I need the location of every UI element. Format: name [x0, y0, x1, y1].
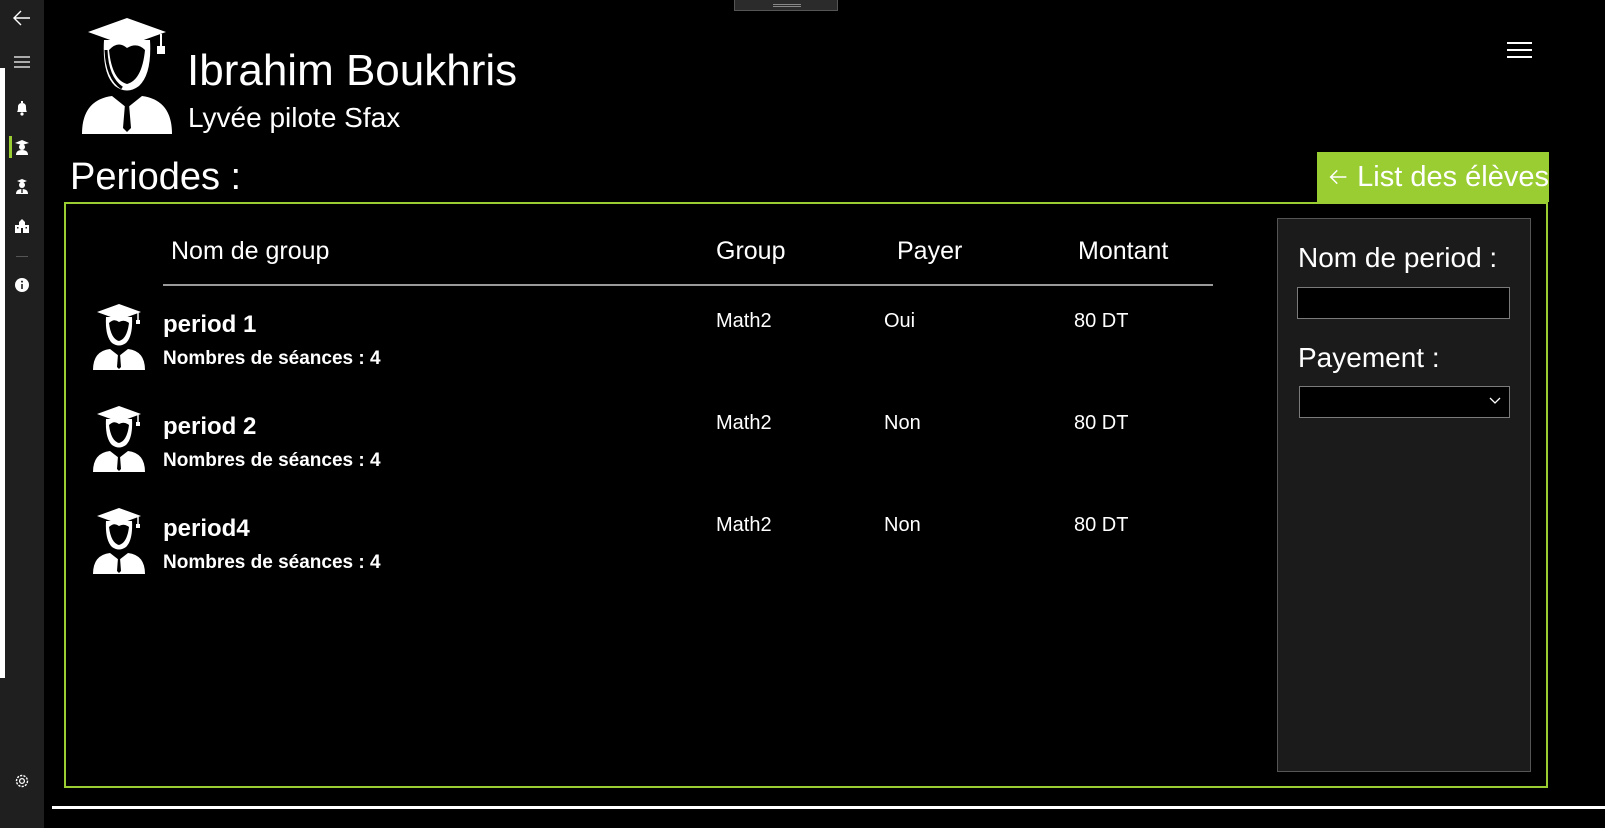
page-title: Periodes :	[70, 156, 242, 198]
nav-rail	[0, 0, 44, 828]
cell-montant: 80 DT	[1074, 412, 1129, 434]
period-name-label: Nom de period :	[1298, 242, 1498, 273]
column-header-group: Group	[716, 237, 786, 265]
user-name: Ibrahim Boukhris	[187, 46, 518, 95]
school-icon[interactable]	[0, 208, 44, 244]
column-header-montant: Montant	[1078, 237, 1169, 265]
student-icon[interactable]	[0, 129, 44, 165]
back-to-students-button[interactable]: List des élèves	[1317, 152, 1549, 202]
settings-icon[interactable]	[0, 763, 44, 799]
cell-payer: Non	[884, 412, 921, 434]
payment-dropdown[interactable]	[1299, 386, 1510, 418]
cell-montant: 80 DT	[1074, 514, 1129, 536]
cell-group: Math2	[716, 310, 772, 332]
info-icon[interactable]	[0, 267, 44, 303]
chevron-down-icon	[1489, 397, 1501, 404]
bottom-edge	[52, 806, 1605, 809]
hamburger-menu-button[interactable]	[1500, 36, 1538, 66]
period-name: period 2	[163, 413, 257, 440]
bell-icon[interactable]	[0, 90, 44, 126]
back-button-label: List des élèves	[1357, 160, 1549, 193]
header-divider	[163, 284, 1213, 286]
rail-edge	[0, 68, 5, 678]
menu-icon[interactable]	[0, 44, 44, 80]
session-count: Nombres de séances : 4	[163, 552, 381, 573]
cell-group: Math2	[716, 514, 772, 536]
graduate-icon	[93, 406, 145, 472]
payment-label: Payement :	[1298, 342, 1440, 373]
session-count: Nombres de séances : 4	[163, 348, 381, 369]
window-drag-handle[interactable]	[734, 0, 838, 11]
period-name: period4	[163, 515, 250, 542]
graduate-avatar-icon	[82, 18, 172, 134]
teacher-icon[interactable]	[0, 168, 44, 204]
session-count: Nombres de séances : 4	[163, 450, 381, 471]
cell-payer: Non	[884, 514, 921, 536]
graduate-icon	[93, 304, 145, 370]
nav-separator	[16, 256, 28, 257]
period-name-input[interactable]	[1297, 287, 1510, 319]
column-header-payer: Payer	[897, 237, 963, 265]
school-name: Lyvée pilote Sfax	[188, 102, 401, 133]
cell-payer: Oui	[884, 310, 916, 332]
back-icon[interactable]	[0, 0, 44, 36]
period-name: period 1	[163, 311, 257, 338]
cell-montant: 80 DT	[1074, 310, 1129, 332]
graduate-icon	[93, 508, 145, 574]
cell-group: Math2	[716, 412, 772, 434]
arrow-left-icon	[1329, 169, 1347, 185]
column-header-name: Nom de group	[171, 237, 330, 265]
